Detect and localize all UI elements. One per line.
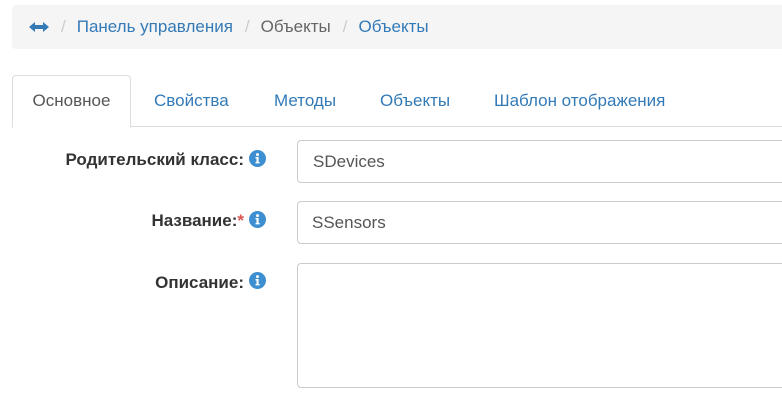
name-field[interactable]: SSensors bbox=[297, 201, 782, 244]
form-row-parent-class: Родительский класс: SDevices bbox=[0, 140, 782, 184]
breadcrumb-control-panel-link[interactable]: Панель управления bbox=[77, 17, 233, 37]
breadcrumb-separator: / bbox=[244, 17, 250, 36]
breadcrumb-separator: / bbox=[342, 17, 348, 36]
breadcrumb-objects-link[interactable]: Объекты bbox=[358, 17, 428, 37]
required-mark: * bbox=[237, 211, 244, 230]
breadcrumb-objects-text: Объекты bbox=[260, 17, 331, 36]
info-icon[interactable] bbox=[249, 150, 266, 167]
info-icon[interactable] bbox=[249, 272, 266, 289]
parent-class-label: Родительский класс: bbox=[65, 150, 244, 169]
form-row-name: Название:* SSensors bbox=[0, 201, 782, 244]
tab-methods[interactable]: Методы bbox=[274, 75, 336, 127]
breadcrumb-separator: / bbox=[61, 17, 66, 36]
description-textarea[interactable] bbox=[297, 263, 782, 388]
name-label-text: Название: bbox=[151, 211, 238, 230]
description-label: Описание: bbox=[155, 273, 244, 292]
parent-class-field[interactable]: SDevices bbox=[297, 140, 782, 183]
page: / Панель управления / Объекты / Объекты … bbox=[0, 0, 782, 395]
left-right-arrow-icon[interactable] bbox=[29, 17, 49, 37]
tab-bar: Основное Свойства Методы Объекты Шаблон … bbox=[12, 75, 782, 128]
tab-main[interactable]: Основное bbox=[12, 75, 131, 128]
name-label: Название:* bbox=[151, 211, 244, 231]
tab-display-template[interactable]: Шаблон отображения bbox=[494, 75, 665, 127]
form-row-description: Описание: bbox=[0, 263, 782, 388]
info-icon[interactable] bbox=[249, 211, 266, 228]
tab-properties[interactable]: Свойства bbox=[154, 75, 229, 127]
tab-objects[interactable]: Объекты bbox=[380, 75, 450, 127]
breadcrumb: / Панель управления / Объекты / Объекты bbox=[12, 5, 782, 49]
